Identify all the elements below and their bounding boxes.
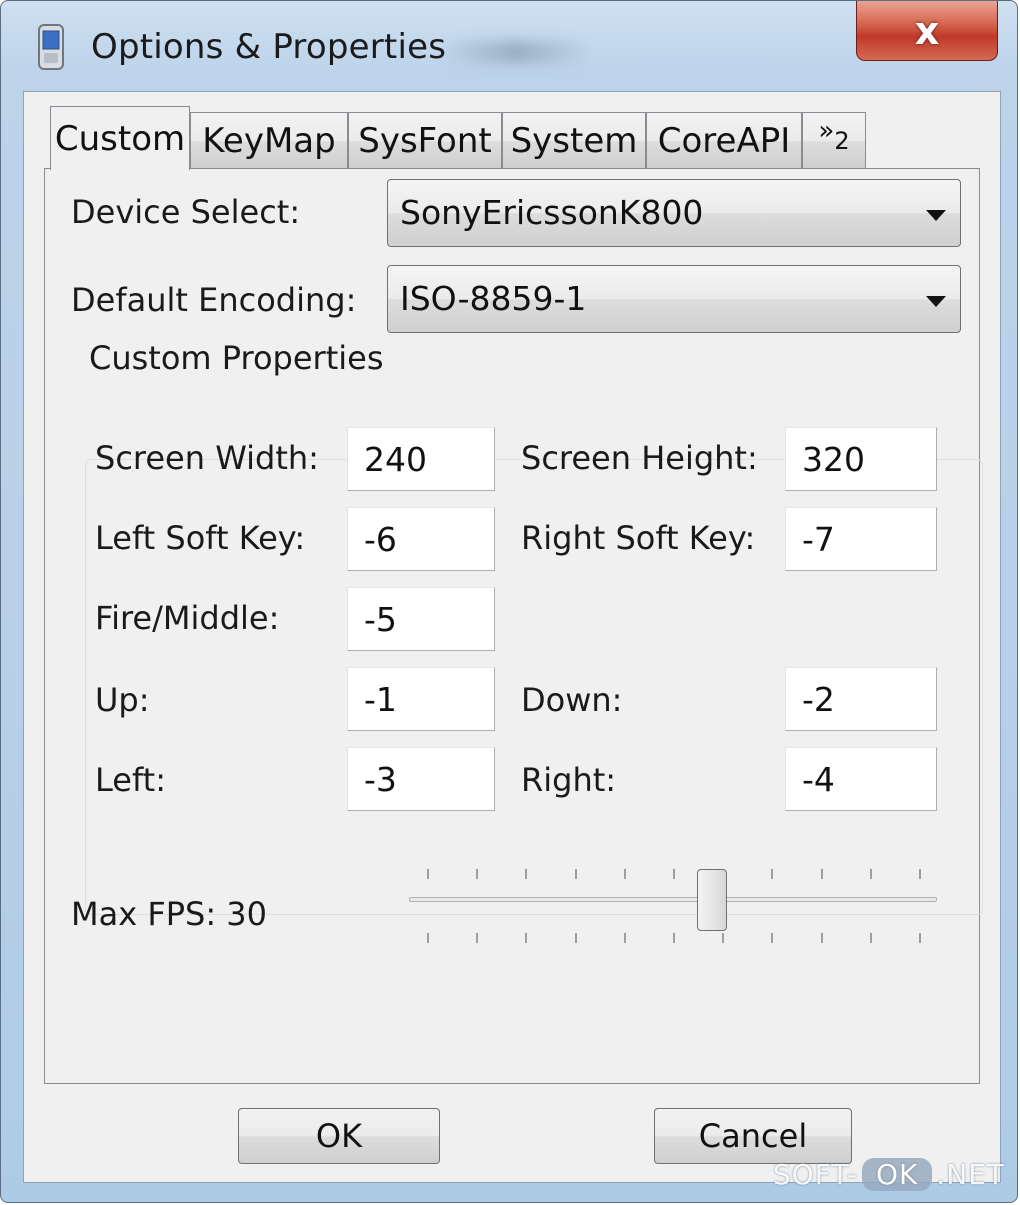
slider-tick bbox=[623, 933, 626, 943]
slider-tick bbox=[820, 933, 823, 943]
chevron-down-icon bbox=[926, 210, 946, 221]
down-field[interactable] bbox=[785, 667, 937, 731]
left-label: Left: bbox=[95, 761, 166, 799]
tab-sysfont[interactable]: SysFont bbox=[348, 112, 502, 169]
watermark-part3: .NET bbox=[936, 1157, 1005, 1191]
right-soft-key-field[interactable] bbox=[785, 507, 937, 571]
right-label: Right: bbox=[521, 761, 617, 799]
slider-tick bbox=[771, 933, 774, 943]
watermark-part1: SOFT- bbox=[772, 1157, 858, 1191]
chevron-down-icon bbox=[926, 296, 946, 307]
slider-tick bbox=[771, 869, 774, 879]
slider-tick bbox=[427, 933, 429, 943]
fire-middle-field[interactable] bbox=[347, 587, 495, 651]
default-encoding-dropdown[interactable]: ISO-8859-1 bbox=[387, 265, 961, 333]
up-field[interactable] bbox=[347, 667, 495, 731]
left-field[interactable] bbox=[347, 747, 495, 811]
tab-system[interactable]: System bbox=[502, 112, 646, 169]
tab-coreapi[interactable]: CoreAPI bbox=[646, 112, 802, 169]
slider-tick bbox=[476, 933, 479, 943]
slider-tick bbox=[820, 869, 823, 879]
overflow-count: 2 bbox=[834, 127, 850, 155]
up-label: Up: bbox=[95, 681, 150, 719]
tab-custom[interactable]: Custom bbox=[50, 106, 190, 170]
window-title: Options & Properties bbox=[91, 27, 447, 67]
slider-tick bbox=[525, 869, 528, 879]
title-bar[interactable]: Options & Properties x bbox=[1, 1, 1017, 91]
screen-width-field[interactable] bbox=[347, 427, 495, 491]
slider-track[interactable] bbox=[409, 897, 937, 902]
dialog-client-area: Custom KeyMap SysFont System CoreAPI » 2 … bbox=[23, 91, 1001, 1183]
slider-tick bbox=[869, 869, 872, 879]
device-select-label: Device Select: bbox=[71, 193, 301, 231]
slider-tick bbox=[919, 869, 921, 879]
slider-tick bbox=[623, 869, 626, 879]
close-button[interactable]: x bbox=[856, 1, 998, 61]
screen-height-label: Screen Height: bbox=[521, 439, 758, 477]
slider-tick bbox=[722, 933, 725, 943]
device-select-dropdown[interactable]: SonyEricssonK800 bbox=[387, 179, 961, 247]
left-soft-key-field[interactable] bbox=[347, 507, 495, 571]
slider-tick bbox=[525, 933, 528, 943]
blurred-title-suffix bbox=[441, 41, 591, 63]
slider-tick bbox=[574, 869, 577, 879]
slider-tick bbox=[919, 933, 921, 943]
slider-tick bbox=[574, 933, 577, 943]
slider-ticks-bottom bbox=[45, 933, 979, 945]
mobile-phone-icon bbox=[38, 24, 64, 70]
slider-tick bbox=[869, 933, 872, 943]
left-soft-key-label: Left Soft Key: bbox=[95, 519, 306, 557]
watermark: SOFT- OK .NET bbox=[773, 1154, 1005, 1194]
double-chevron-icon: » bbox=[818, 116, 835, 146]
custom-properties-title: Custom Properties bbox=[85, 339, 388, 377]
screen-width-label: Screen Width: bbox=[95, 439, 319, 477]
options-properties-window: Options & Properties x Custom KeyMap Sys… bbox=[0, 0, 1018, 1203]
right-soft-key-label: Right Soft Key: bbox=[521, 519, 756, 557]
default-encoding-label: Default Encoding: bbox=[71, 281, 357, 319]
down-label: Down: bbox=[521, 681, 623, 719]
right-field[interactable] bbox=[785, 747, 937, 811]
slider-tick bbox=[673, 869, 675, 879]
device-select-value: SonyEricssonK800 bbox=[400, 193, 704, 232]
slider-tick bbox=[427, 869, 429, 879]
fire-middle-label: Fire/Middle: bbox=[95, 599, 280, 637]
default-encoding-value: ISO-8859-1 bbox=[400, 279, 587, 318]
slider-ticks-top bbox=[45, 869, 979, 881]
slider-thumb[interactable] bbox=[697, 869, 728, 931]
slider-tick bbox=[476, 869, 479, 879]
tab-overflow-button[interactable]: » 2 bbox=[802, 112, 866, 169]
close-icon: x bbox=[914, 8, 940, 53]
custom-tab-panel: Device Select: SonyEricssonK800 Default … bbox=[44, 168, 983, 1084]
ok-button[interactable]: OK bbox=[238, 1108, 440, 1164]
watermark-part2: OK bbox=[861, 1157, 933, 1191]
screen-height-field[interactable] bbox=[785, 427, 937, 491]
tab-keymap[interactable]: KeyMap bbox=[190, 112, 348, 169]
max-fps-label: Max FPS: 30 bbox=[71, 895, 268, 933]
slider-tick bbox=[673, 933, 675, 943]
